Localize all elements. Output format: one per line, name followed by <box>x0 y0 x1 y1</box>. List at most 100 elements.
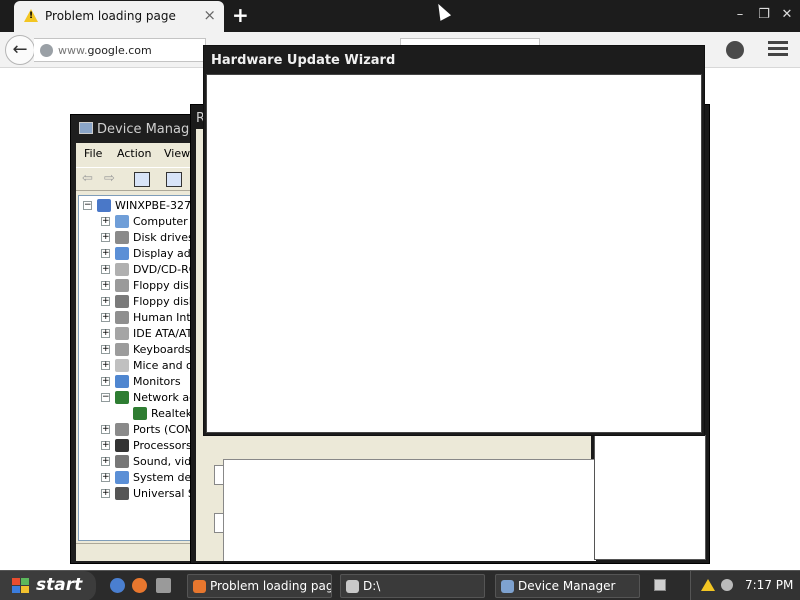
expand-toggle-icon[interactable]: + <box>101 281 110 290</box>
device-category-icon <box>115 439 129 452</box>
device-category-icon <box>115 311 129 324</box>
device-category-icon <box>115 247 129 260</box>
smiley-icon[interactable] <box>726 41 744 59</box>
expand-toggle-icon[interactable]: + <box>101 345 110 354</box>
system-tray: 7:17 PM <box>690 571 800 600</box>
expand-toggle-icon[interactable]: + <box>101 425 110 434</box>
url-text: www.google.com <box>58 44 152 57</box>
device-category-icon <box>115 295 129 308</box>
expand-toggle-icon[interactable]: + <box>101 329 110 338</box>
expand-toggle-icon[interactable]: + <box>101 473 110 482</box>
expand-toggle-icon[interactable]: + <box>101 457 110 466</box>
expand-toggle-icon[interactable]: − <box>83 201 92 210</box>
tree-item-label: Processors <box>133 439 192 452</box>
computer-icon <box>79 122 93 134</box>
device-category-icon <box>97 199 111 212</box>
device-category-icon <box>133 407 147 420</box>
keyboard-icon[interactable] <box>654 579 666 591</box>
clock: 7:17 PM <box>745 578 794 592</box>
back-button[interactable]: ← <box>5 35 35 65</box>
start-button[interactable]: start <box>0 571 96 600</box>
window-title: Device Manager <box>97 122 203 137</box>
show-hide-tree-icon[interactable] <box>134 172 150 187</box>
device-category-icon <box>115 471 129 484</box>
tree-item-label: Monitors <box>133 375 181 388</box>
tree-item-label: Realtek <box>151 407 193 420</box>
back-icon[interactable]: ⇦ <box>82 171 93 187</box>
tree-item-label: Universal S <box>133 487 195 500</box>
desktop: ! Problem loading page × + – ❐ ✕ ← www.g… <box>0 0 800 600</box>
expand-toggle-icon[interactable]: + <box>101 297 110 306</box>
device-tree[interactable]: − WINXPBE-327 + Computer + Disk drives + Displa… <box>78 195 198 541</box>
device-category-icon <box>115 279 129 292</box>
browser-tab-bar: ! Problem loading page × + – ❐ ✕ <box>0 0 800 32</box>
tab-title: Problem loading page <box>45 9 176 23</box>
firefox-icon <box>193 580 206 593</box>
minimize-button[interactable]: – <box>730 6 750 24</box>
expand-toggle-icon[interactable]: + <box>101 249 110 258</box>
wizard-title: Hardware Update Wizard <box>211 53 396 68</box>
expand-toggle-icon[interactable]: + <box>101 233 110 242</box>
restore-button[interactable]: ❐ <box>754 6 774 24</box>
expand-toggle-icon[interactable]: + <box>101 217 110 226</box>
hardware-update-wizard: Hardware Update Wizard <box>203 45 705 436</box>
tree-item-label: Disk drives <box>133 231 194 244</box>
hamburger-menu-icon[interactable] <box>768 41 788 59</box>
taskbar-item-label: D:\ <box>363 579 381 593</box>
device-manager-icon <box>501 580 514 593</box>
expand-toggle-icon[interactable]: − <box>101 393 110 402</box>
dialog-panel <box>223 459 596 561</box>
menu-view[interactable]: View <box>164 147 190 160</box>
forward-icon[interactable]: ⇨ <box>104 171 115 187</box>
quick-launch-ie-icon[interactable] <box>110 578 125 593</box>
drive-icon <box>346 580 359 593</box>
expand-toggle-icon[interactable]: + <box>101 313 110 322</box>
wizard-body <box>206 74 702 433</box>
tree-item-label: Floppy disk <box>133 279 196 292</box>
volume-icon[interactable] <box>721 579 733 591</box>
device-category-icon <box>115 263 129 276</box>
url-bar[interactable]: www.google.com <box>34 38 206 62</box>
back-arrow-icon: ← <box>12 39 28 60</box>
properties-icon[interactable] <box>166 172 182 187</box>
tree-item-label: Mice and ot <box>133 359 198 372</box>
taskbar-item-label: Problem loading pag... <box>210 579 332 593</box>
expand-toggle-icon[interactable]: + <box>101 441 110 450</box>
warning-tray-icon[interactable] <box>701 579 715 591</box>
globe-icon <box>40 44 53 57</box>
tree-item-label: Display ada <box>133 247 198 260</box>
device-category-icon <box>115 391 129 404</box>
tree-item-label: Keyboards <box>133 343 191 356</box>
taskbar-item-label: Device Manager <box>518 579 616 593</box>
device-category-icon <box>115 327 129 340</box>
menu-file[interactable]: File <box>84 147 102 160</box>
close-window-button[interactable]: ✕ <box>777 6 797 24</box>
expand-toggle-icon[interactable]: + <box>101 361 110 370</box>
quick-launch-firefox-icon[interactable] <box>132 578 147 593</box>
start-label: start <box>36 575 83 595</box>
device-category-icon <box>115 487 129 500</box>
menu-action[interactable]: Action <box>117 147 151 160</box>
taskbar-item-drive[interactable]: D:\ <box>340 574 485 598</box>
tree-item-label: Computer <box>133 215 188 228</box>
expand-toggle-icon[interactable]: + <box>101 265 110 274</box>
new-tab-button[interactable]: + <box>232 4 249 26</box>
device-category-icon <box>115 455 129 468</box>
windows-logo-icon <box>12 578 30 594</box>
browser-tab[interactable]: ! Problem loading page × <box>14 1 224 32</box>
device-category-icon <box>115 423 129 436</box>
device-category-icon <box>115 215 129 228</box>
quick-launch-desktop-icon[interactable] <box>156 578 171 593</box>
taskbar-item-firefox[interactable]: Problem loading pag... <box>187 574 332 598</box>
expand-toggle-icon[interactable]: + <box>101 489 110 498</box>
tree-item-label: System dev <box>133 471 198 484</box>
tab-close-icon[interactable]: × <box>203 7 216 23</box>
tree-item-label: Ports (COM <box>133 423 195 436</box>
device-category-icon <box>115 231 129 244</box>
taskbar-item-device-manager[interactable]: Device Manager <box>495 574 640 598</box>
taskbar: start Problem loading pag... D:\ Device … <box>0 570 800 600</box>
device-category-icon <box>115 359 129 372</box>
tree-item-label: Sound, vide <box>133 455 198 468</box>
tree-item-label: Network ad <box>133 391 197 404</box>
expand-toggle-icon[interactable]: + <box>101 377 110 386</box>
